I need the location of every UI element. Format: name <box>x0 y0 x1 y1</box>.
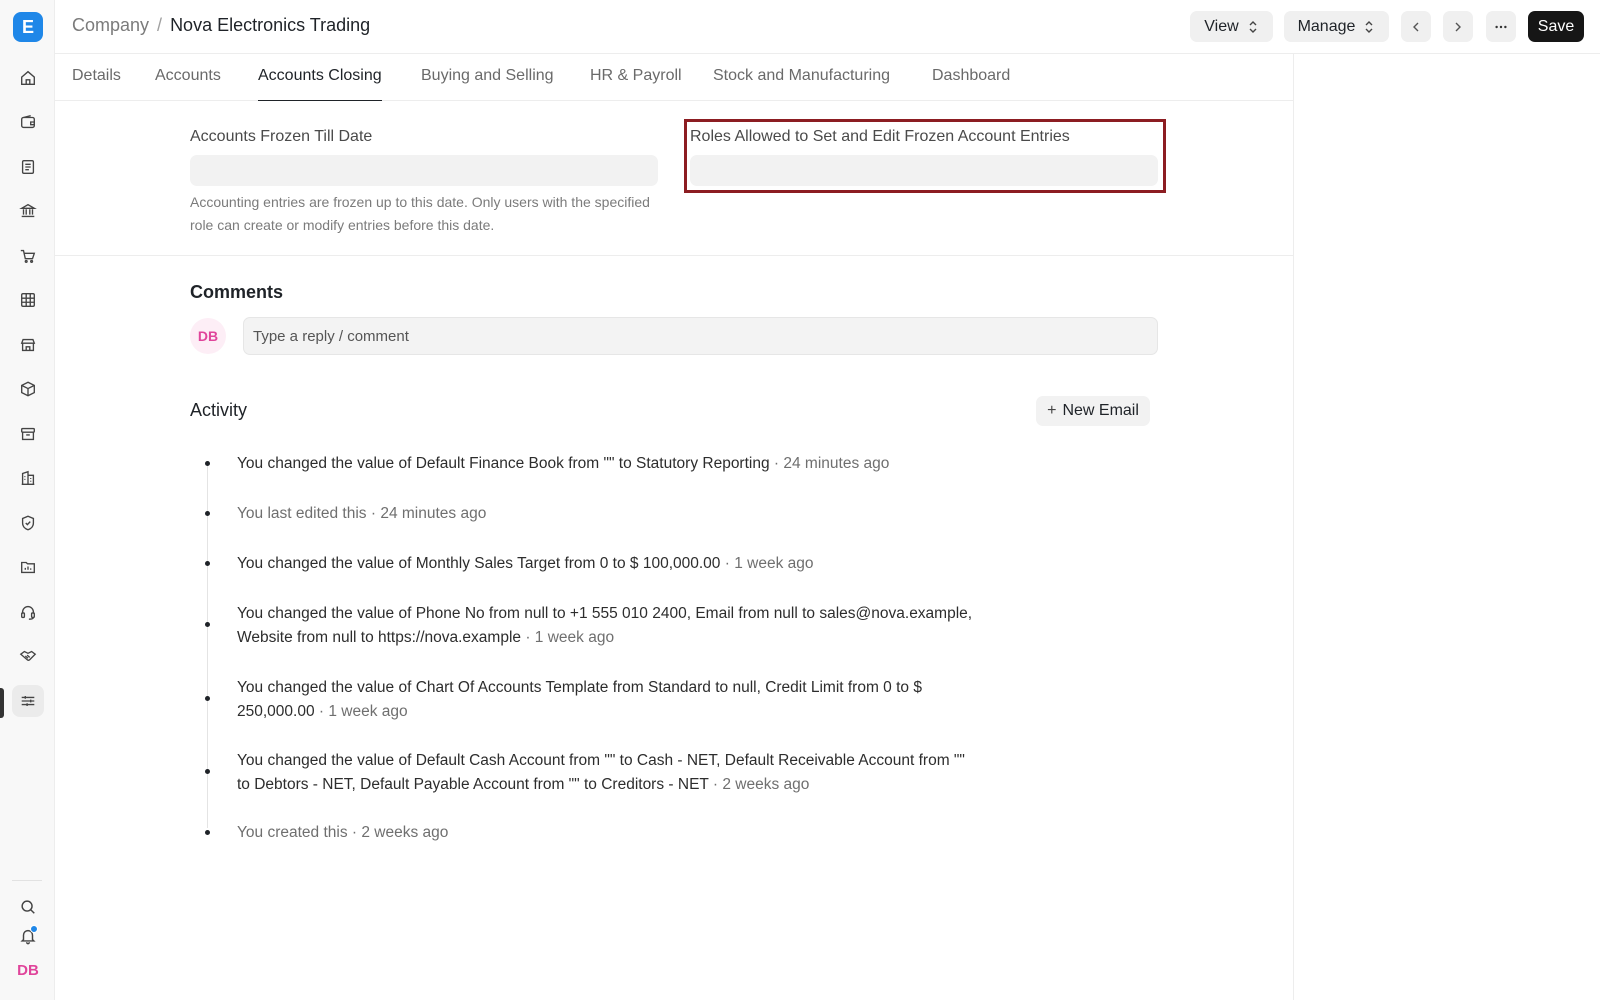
view-label: View <box>1204 17 1239 35</box>
breadcrumb: Company / Nova Electronics Trading <box>72 15 370 36</box>
activity-item: You changed the value of Monthly Sales T… <box>237 552 977 576</box>
section-divider <box>55 255 1293 256</box>
accounts-frozen-till-input[interactable] <box>190 155 658 186</box>
tab-details[interactable]: Details <box>72 67 121 101</box>
notification-dot <box>30 925 38 933</box>
archive-icon[interactable] <box>12 418 44 450</box>
activity-item: You changed the value of Default Cash Ac… <box>237 749 977 796</box>
wallet-icon[interactable] <box>12 106 44 138</box>
user-avatar[interactable]: DB <box>12 956 44 984</box>
activity-text: You created this <box>237 824 348 841</box>
timeline-dot <box>205 830 210 835</box>
activity-item: You changed the value of Default Finance… <box>237 452 977 476</box>
manage-button[interactable]: Manage <box>1284 11 1389 42</box>
activity-item: You last edited this · 24 minutes ago <box>237 502 977 526</box>
chevron-right-icon <box>1455 22 1461 31</box>
folder-chart-icon[interactable] <box>12 551 44 583</box>
activity-item: You changed the value of Chart Of Accoun… <box>237 676 977 723</box>
sliders-icon[interactable] <box>12 685 44 717</box>
activity-time: · 24 minutes ago <box>370 505 487 522</box>
breadcrumb-company[interactable]: Company <box>72 15 149 36</box>
manage-label: Manage <box>1297 17 1356 35</box>
home-icon[interactable] <box>12 62 44 94</box>
activity-text: You changed the value of Monthly Sales T… <box>237 555 721 572</box>
tab-dashboard[interactable]: Dashboard <box>932 67 1010 101</box>
next-record-button[interactable] <box>1443 11 1473 42</box>
comments-title: Comments <box>190 282 284 302</box>
activity-time: · 1 week ago <box>724 555 814 572</box>
highlight-box <box>684 119 1166 193</box>
view-button[interactable]: View <box>1190 11 1273 42</box>
accounts-frozen-till-label: Accounts Frozen Till Date <box>190 128 373 145</box>
building-icon[interactable] <box>12 462 44 494</box>
chevron-updown-icon <box>1249 20 1257 33</box>
bell-icon[interactable] <box>12 920 44 952</box>
sidebar: E DB <box>0 0 55 1000</box>
shield-icon[interactable] <box>12 507 44 539</box>
page-header: Company / Nova Electronics Trading View … <box>55 0 1600 54</box>
activity-time: · 1 week ago <box>525 628 615 646</box>
timeline-dot <box>205 561 210 566</box>
chevron-left-icon <box>1413 22 1419 31</box>
activity-text: You changed the value of Default Cash Ac… <box>237 752 965 793</box>
box-icon[interactable] <box>12 373 44 405</box>
activity-item: You created this · 2 weeks ago <box>237 821 977 845</box>
timeline-dot <box>205 622 210 627</box>
handshake-icon[interactable] <box>12 640 44 672</box>
app-logo[interactable]: E <box>13 12 43 42</box>
comment-input[interactable] <box>243 317 1158 355</box>
timeline-dot <box>205 696 210 701</box>
activity-title: Activity <box>190 400 248 420</box>
comment-avatar: DB <box>190 318 226 354</box>
more-horizontal-icon <box>1495 25 1507 28</box>
page-title: Nova Electronics Trading <box>170 15 371 35</box>
accounts-frozen-till-help: Accounting entries are frozen up to this… <box>190 194 650 233</box>
headset-icon[interactable] <box>12 596 44 628</box>
timeline-dot <box>205 511 210 516</box>
save-button[interactable]: Save <box>1528 11 1584 42</box>
new-email-button[interactable]: + New Email <box>1036 396 1150 426</box>
store-icon[interactable] <box>12 329 44 361</box>
active-indicator <box>0 688 4 718</box>
app-window: E DB Company / Nova Electronics Trading … <box>0 0 1600 1000</box>
activity-time: · 2 weeks ago <box>351 824 449 841</box>
tab-hr-payroll[interactable]: HR & Payroll <box>590 67 682 101</box>
tab-bar: Details Accounts Accounts Closing Buying… <box>55 54 1293 101</box>
document-icon[interactable] <box>12 151 44 183</box>
search-icon[interactable] <box>12 891 44 923</box>
breadcrumb-separator: / <box>157 15 163 35</box>
more-options-button[interactable] <box>1486 11 1516 42</box>
sidebar-divider <box>12 880 42 881</box>
timeline-dot <box>205 461 210 466</box>
activity-text: You last edited this <box>237 505 367 522</box>
tab-stock-and-manufacturing[interactable]: Stock and Manufacturing <box>713 67 890 101</box>
activity-item: You changed the value of Phone No from n… <box>237 602 977 649</box>
table-icon[interactable] <box>12 284 44 316</box>
activity-time: · 2 weeks ago <box>712 775 810 793</box>
activity-text: You changed the value of Default Finance… <box>237 455 770 472</box>
tab-buying-and-selling[interactable]: Buying and Selling <box>421 67 554 101</box>
activity-time: · 24 minutes ago <box>773 455 890 472</box>
cart-icon[interactable] <box>12 240 44 272</box>
bank-icon[interactable] <box>12 195 44 227</box>
chevron-updown-icon <box>1365 20 1373 33</box>
previous-record-button[interactable] <box>1401 11 1431 42</box>
timeline-dot <box>205 769 210 774</box>
tab-accounts[interactable]: Accounts <box>155 67 221 101</box>
right-panel-border <box>1293 54 1294 1000</box>
plus-icon: + <box>1047 402 1057 419</box>
activity-time: · 1 week ago <box>318 702 408 720</box>
new-email-label: New Email <box>1062 402 1139 419</box>
tab-accounts-closing[interactable]: Accounts Closing <box>258 67 382 101</box>
